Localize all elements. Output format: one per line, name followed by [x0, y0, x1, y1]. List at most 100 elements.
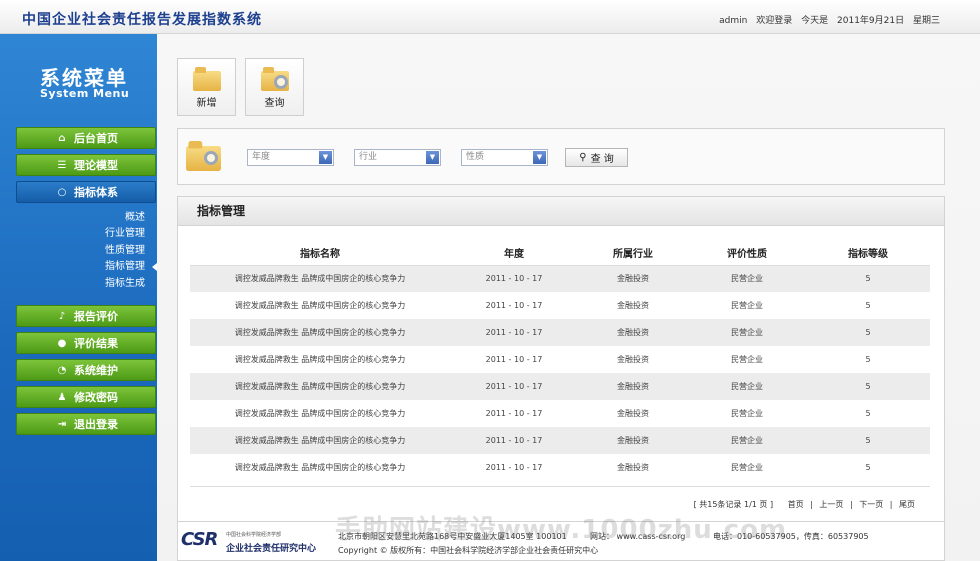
cell-year: 2011 - 10 - 17	[485, 409, 543, 418]
user-info: admin 欢迎登录 今天是 2011年9月21日 星期三	[713, 13, 940, 26]
logout-icon: ⇥	[57, 418, 67, 430]
cell-nature: 民营企业	[731, 463, 763, 472]
table-row[interactable]: 调控发威品牌救生 品牌成中国房企的核心竞争力 2011 - 10 - 17 金融投资…	[190, 265, 930, 292]
menu-item-theory-model[interactable]: ☰ 理论模型	[16, 154, 156, 176]
query-button-label: 查 询	[590, 154, 614, 165]
add-button-label: 新增	[196, 98, 217, 109]
current-date: 2011年9月21日	[837, 16, 905, 26]
cell-industry: 金融投资	[578, 427, 688, 454]
column-header-industry: 所属行业	[578, 241, 688, 266]
website-link[interactable]: www.cass-csr.org	[617, 532, 686, 541]
menu-item-label: 修改密码	[74, 391, 118, 404]
cell-name: 调控发威品牌救生 品牌成中国房企的核心竞争力	[234, 301, 406, 310]
query-toolbar-button[interactable]: 查询	[245, 58, 304, 116]
cell-name: 调控发威品牌救生 品牌成中国房企的核心竞争力	[190, 427, 450, 454]
cell-name: 调控发威品牌救生 品牌成中国房企的核心竞争力	[234, 463, 406, 472]
menu-item-home[interactable]: ⌂ 后台首页	[16, 127, 156, 149]
query-button[interactable]: ⚲ 查 询	[565, 148, 628, 167]
menu-item-review-results[interactable]: ● 评价结果	[16, 332, 156, 354]
table-row[interactable]: 调控发威品牌救生 品牌成中国房企的核心竞争力 2011 - 10 - 17 金融投资…	[190, 346, 930, 373]
industry-select-value: 行业	[359, 152, 378, 162]
menu-item-report-review[interactable]: ♪ 报告评价	[16, 305, 156, 327]
cell-level: 5	[865, 301, 871, 310]
cell-nature: 民营企业	[731, 355, 763, 364]
column-header-level: 指标等级	[806, 241, 930, 266]
pagination: [ 共15条记录 1/1 页 ] 首页 | 上一页 | 下一页 | 尾页	[694, 499, 915, 510]
menu-item-change-password[interactable]: ♟ 修改密码	[16, 386, 156, 408]
submenu-item-generate[interactable]: 指标生成	[0, 276, 157, 292]
submenu-item-overview[interactable]: 概述	[0, 210, 157, 226]
submenu-item-indicator[interactable]: 指标管理	[0, 259, 157, 275]
submenu-item-industry[interactable]: 行业管理	[0, 226, 157, 242]
divider	[190, 486, 930, 487]
cell-level: 5	[865, 409, 871, 418]
prev-page-link[interactable]: 上一页	[819, 500, 843, 509]
cell-year: 2011 - 10 - 17	[450, 373, 578, 400]
search-panel: 年度 ▼ 行业 ▼ 性质 ▼ ⚲ 查 询	[177, 128, 945, 185]
cell-level: 5	[806, 265, 930, 292]
cell-name: 调控发威品牌救生 品牌成中国房企的核心竞争力	[234, 355, 406, 364]
org-name: 企业社会责任研究中心	[226, 544, 317, 554]
last-page-link[interactable]: 尾页	[899, 500, 915, 509]
chat-icon: ●	[57, 337, 67, 349]
menu-subtitle: System Menu	[40, 87, 130, 100]
cell-nature: 民营企业	[688, 319, 806, 346]
cell-industry: 金融投资	[617, 463, 649, 472]
year-select[interactable]: 年度 ▼	[247, 149, 334, 166]
table-row[interactable]: 调控发威品牌救生 品牌成中国房企的核心竞争力 2011 - 10 - 17 金融投资…	[190, 427, 930, 454]
top-header: 中国企业社会责任报告发展指数系统 admin 欢迎登录 今天是 2011年9月2…	[0, 0, 980, 34]
cell-industry: 金融投资	[617, 301, 649, 310]
cell-name: 调控发威品牌救生 品牌成中国房企的核心竞争力	[190, 373, 450, 400]
nature-select[interactable]: 性质 ▼	[461, 149, 548, 166]
cell-year: 2011 - 10 - 17	[485, 301, 543, 310]
indicator-table: 指标名称 年度 所属行业 评价性质 指标等级 调控发威品牌救生 品牌成中国房企的…	[190, 241, 930, 481]
magnifier-icon	[204, 151, 218, 165]
main-content: 新增 查询 年度 ▼ 行业 ▼ 性质 ▼ ⚲ 查 询 指标管理 指标名称 年度 …	[157, 34, 980, 561]
table-row[interactable]: 调控发威品牌救生 品牌成中国房企的核心竞争力 2011 - 10 - 17 金融投资…	[190, 373, 930, 400]
menu-item-label: 报告评价	[74, 310, 118, 323]
table-row[interactable]: 调控发威品牌救生 品牌成中国房企的核心竞争力 2011 - 10 - 17 金融投资…	[190, 454, 930, 481]
menu-item-indicator-system[interactable]: ○ 指标体系	[16, 181, 156, 203]
footer-copyright: Copyright © 版权所有：中国社会科学院经济学部企业社会责任研究中心	[338, 546, 599, 555]
table-row[interactable]: 调控发威品牌救生 品牌成中国房企的核心竞争力 2011 - 10 - 17 金融投资…	[190, 319, 930, 346]
separator: |	[889, 500, 893, 509]
column-header-year: 年度	[450, 241, 578, 266]
cell-name: 调控发威品牌救生 品牌成中国房企的核心竞争力	[234, 409, 406, 418]
cell-level: 5	[806, 373, 930, 400]
user-icon: ♟	[57, 391, 67, 403]
separator: |	[849, 500, 853, 509]
panel-title: 指标管理	[178, 197, 944, 226]
next-page-link[interactable]: 下一页	[859, 500, 883, 509]
cell-industry: 金融投资	[578, 265, 688, 292]
cell-name: 调控发威品牌救生 品牌成中国房企的核心竞争力	[190, 265, 450, 292]
table-row[interactable]: 调控发威品牌救生 品牌成中国房企的核心竞争力 2011 - 10 - 17 金融投资…	[190, 292, 930, 319]
footer-website: 网站： www.cass-csr.org	[590, 531, 685, 542]
menu-item-logout[interactable]: ⇥ 退出登录	[16, 413, 156, 435]
magnifier-icon	[274, 75, 288, 89]
table-row[interactable]: 调控发威品牌救生 品牌成中国房企的核心竞争力 2011 - 10 - 17 金融投资…	[190, 400, 930, 427]
submenu: 概述 行业管理 性质管理 指标管理 指标生成	[0, 210, 157, 292]
search-icon: ⚲	[579, 152, 587, 163]
cell-nature: 民营企业	[688, 373, 806, 400]
chevron-down-icon: ▼	[319, 151, 332, 164]
cell-nature: 民营企业	[688, 427, 806, 454]
first-page-link[interactable]: 首页	[788, 500, 804, 509]
menu-item-maintenance[interactable]: ◔ 系统维护	[16, 359, 156, 381]
submenu-item-nature[interactable]: 性质管理	[0, 243, 157, 259]
column-header-name: 指标名称	[190, 241, 450, 266]
cell-year: 2011 - 10 - 17	[450, 427, 578, 454]
add-button[interactable]: 新增	[177, 58, 236, 116]
csr-logo: CSR	[181, 529, 218, 550]
app-title: 中国企业社会责任报告发展指数系统	[22, 12, 262, 28]
sidebar: 系统菜单 System Menu ⌂ 后台首页 ☰ 理论模型 ○ 指标体系 概述…	[0, 34, 157, 561]
home-icon: ⌂	[58, 132, 66, 144]
cell-year: 2011 - 10 - 17	[450, 265, 578, 292]
footer-address: 北京市朝阳区安慧里北苑路168号中安盛业大厦1405室 100101	[338, 532, 567, 541]
cell-year: 2011 - 10 - 17	[450, 319, 578, 346]
website-label: 网站：	[590, 532, 614, 541]
pagination-summary: [ 共15条记录 1/1 页 ]	[693, 500, 774, 509]
year-select-value: 年度	[252, 152, 271, 162]
chevron-down-icon: ▼	[533, 151, 546, 164]
industry-select[interactable]: 行业 ▼	[354, 149, 441, 166]
table-header-row: 指标名称 年度 所属行业 评价性质 指标等级	[190, 241, 930, 266]
